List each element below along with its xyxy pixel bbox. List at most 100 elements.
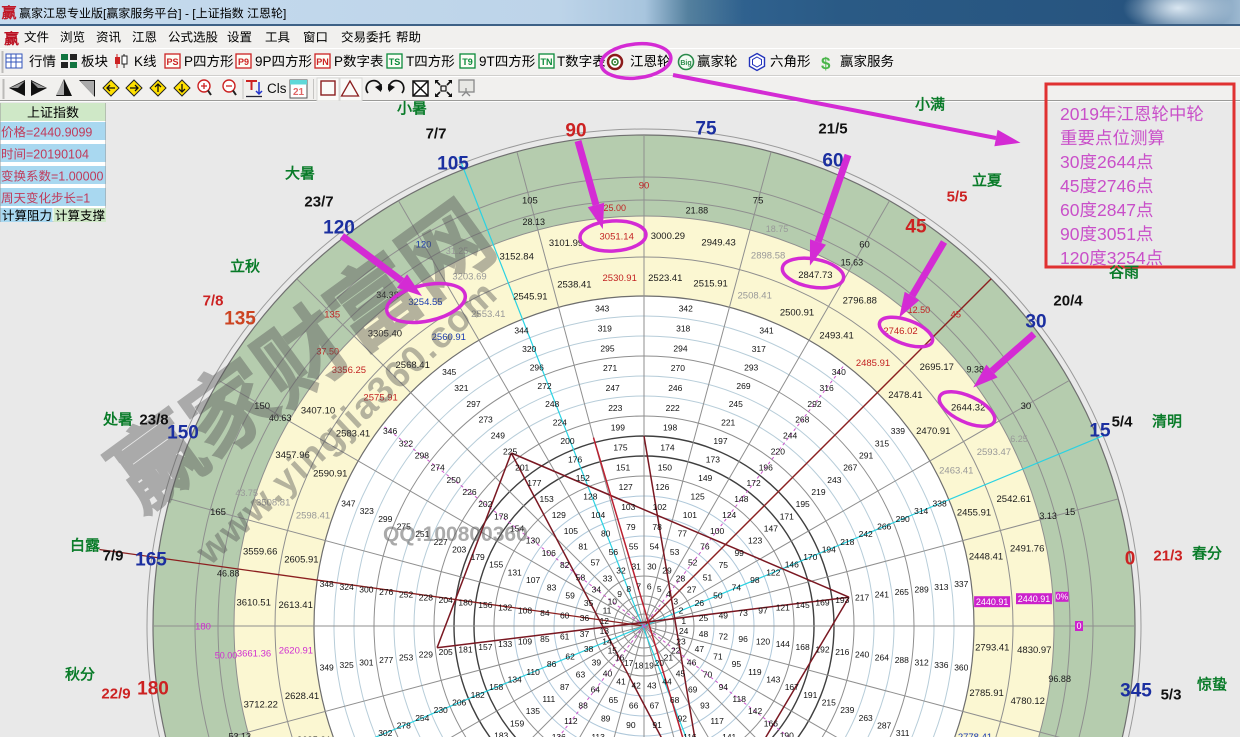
svg-text:127: 127: [619, 482, 633, 492]
svg-text:7: 7: [636, 581, 641, 591]
svg-text:90: 90: [1060, 224, 1080, 244]
svg-text:150: 150: [658, 462, 672, 472]
svg-text:44: 44: [662, 676, 672, 686]
svg-text:130: 130: [526, 536, 540, 546]
svg-text:2448.41: 2448.41: [969, 552, 1003, 563]
svg-text:323: 323: [360, 506, 374, 516]
svg-text:=1.00000: =1.00000: [51, 170, 104, 184]
svg-text:30: 30: [647, 562, 657, 572]
svg-text:276: 276: [379, 587, 393, 597]
svg-text:220: 220: [771, 446, 785, 456]
svg-text:0: 0: [1125, 549, 1136, 570]
svg-text:313: 313: [934, 582, 948, 592]
svg-text:52: 52: [688, 558, 698, 568]
svg-text:3254: 3254: [1107, 248, 1146, 268]
svg-text:43: 43: [647, 681, 657, 691]
svg-text:270: 270: [671, 363, 685, 373]
svg-text:2455.91: 2455.91: [957, 508, 991, 519]
svg-text:54: 54: [650, 542, 660, 552]
svg-text:2796.88: 2796.88: [843, 295, 877, 306]
svg-text:121: 121: [776, 603, 790, 613]
svg-text:180: 180: [195, 621, 211, 632]
svg-text:122: 122: [766, 567, 780, 577]
svg-text:66: 66: [629, 700, 639, 710]
svg-text:36: 36: [580, 613, 590, 623]
svg-text:205: 205: [439, 647, 453, 657]
svg-text:320: 320: [522, 344, 536, 354]
svg-text:23/7: 23/7: [304, 194, 333, 211]
svg-text:25: 25: [699, 613, 709, 623]
svg-text:339: 339: [891, 426, 905, 436]
svg-text:35: 35: [584, 598, 594, 608]
svg-text:21/3: 21/3: [1153, 548, 1182, 565]
svg-text:264: 264: [875, 652, 889, 662]
svg-text:190: 190: [780, 731, 794, 737]
svg-text:2440.91: 2440.91: [976, 597, 1009, 607]
svg-text:254: 254: [415, 713, 429, 723]
svg-text:83: 83: [547, 583, 557, 593]
svg-text:113: 113: [591, 732, 605, 737]
svg-text:$: $: [821, 54, 831, 73]
svg-text:61: 61: [560, 631, 570, 641]
svg-text:22: 22: [671, 645, 681, 655]
svg-text:265: 265: [895, 587, 909, 597]
svg-text:126: 126: [655, 482, 669, 492]
svg-text:96.88: 96.88: [1048, 674, 1071, 684]
svg-text:109: 109: [518, 637, 532, 647]
svg-text:9.38: 9.38: [967, 365, 985, 375]
svg-text:]: ]: [283, 7, 286, 21]
svg-text:TN: TN: [541, 57, 553, 67]
svg-text:80: 80: [601, 529, 611, 539]
svg-text:267: 267: [843, 463, 857, 473]
svg-text:53: 53: [670, 547, 680, 557]
svg-text:319: 319: [598, 324, 612, 334]
svg-text:2898.58: 2898.58: [751, 251, 785, 262]
svg-text:158: 158: [489, 682, 503, 692]
svg-text:30: 30: [1060, 152, 1080, 172]
svg-text:157: 157: [478, 642, 492, 652]
svg-text:102: 102: [653, 502, 667, 512]
svg-text:248: 248: [545, 399, 559, 409]
svg-text:2019: 2019: [1060, 104, 1099, 124]
svg-text:63: 63: [576, 670, 586, 680]
svg-text:2523.41: 2523.41: [648, 273, 682, 284]
svg-text:45: 45: [676, 669, 686, 679]
svg-text:2491.76: 2491.76: [1010, 543, 1044, 554]
svg-text:21.88: 21.88: [686, 206, 709, 216]
svg-text:75: 75: [753, 195, 764, 206]
svg-text:30: 30: [1021, 401, 1032, 412]
svg-text:T9: T9: [462, 57, 473, 67]
svg-text:3.13: 3.13: [1039, 511, 1057, 521]
svg-text:70: 70: [703, 670, 713, 680]
svg-text:174: 174: [660, 443, 674, 453]
svg-text:147: 147: [764, 524, 778, 534]
svg-text:105: 105: [437, 154, 469, 175]
svg-text:142: 142: [748, 706, 762, 716]
svg-text:143: 143: [766, 675, 780, 685]
svg-text:296: 296: [530, 362, 544, 372]
svg-text:134: 134: [508, 675, 522, 685]
svg-text:2470.91: 2470.91: [916, 426, 950, 437]
svg-text:277: 277: [379, 655, 393, 665]
svg-text:338: 338: [933, 499, 947, 509]
svg-text:343: 343: [595, 304, 609, 314]
svg-text:135: 135: [224, 309, 256, 330]
svg-text:149: 149: [698, 473, 712, 483]
svg-text:PN: PN: [316, 57, 329, 67]
svg-text:318: 318: [676, 324, 690, 334]
svg-text:2545.91: 2545.91: [513, 291, 547, 302]
svg-text:25.00: 25.00: [604, 203, 627, 213]
svg-text:28.13: 28.13: [523, 217, 546, 227]
svg-text:4: 4: [666, 589, 671, 599]
svg-text:202: 202: [478, 499, 492, 509]
svg-text:215: 215: [822, 698, 836, 708]
svg-text:18: 18: [634, 661, 644, 671]
svg-text:125: 125: [691, 492, 705, 502]
svg-text:172: 172: [747, 478, 761, 488]
svg-text:293: 293: [744, 362, 758, 372]
svg-text:5/4: 5/4: [1112, 414, 1134, 431]
svg-text:33: 33: [603, 573, 613, 583]
svg-text:86: 86: [547, 659, 557, 669]
svg-text:239: 239: [840, 705, 854, 715]
svg-text:28: 28: [676, 573, 686, 583]
